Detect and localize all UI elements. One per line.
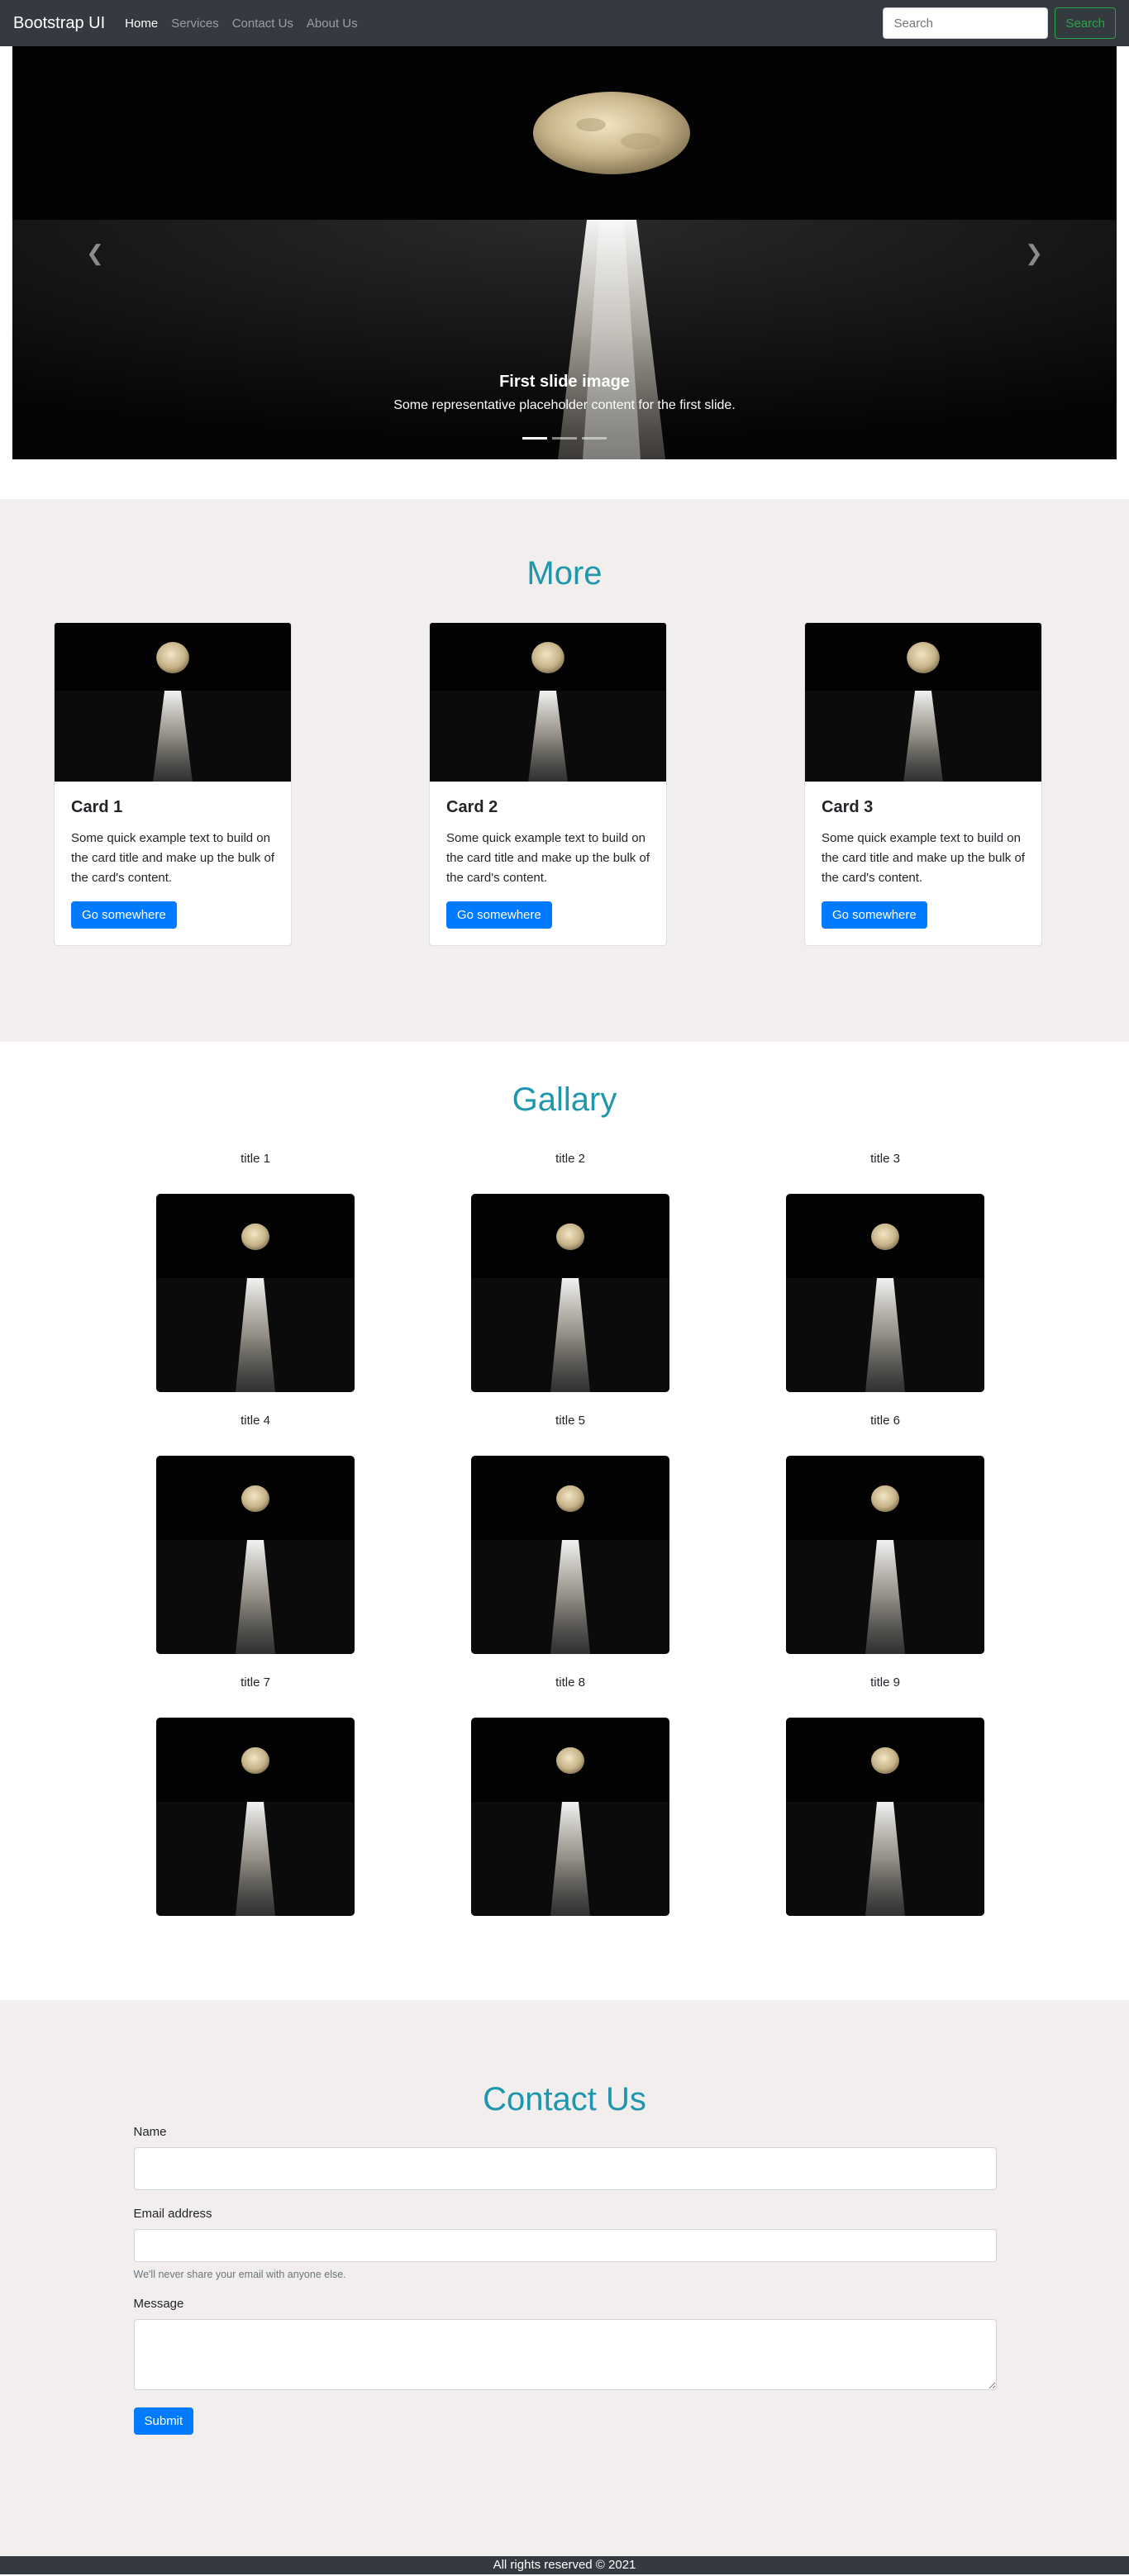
go-somewhere-button[interactable]: Go somewhere <box>822 901 927 929</box>
gallery-item: title 6 <box>786 1414 984 1654</box>
carousel-indicator[interactable] <box>582 437 607 440</box>
brand-logo[interactable]: Bootstrap UI <box>13 14 105 33</box>
card-title: Card 1 <box>71 798 123 816</box>
carousel: ❮ ❯ First slide image Some representativ… <box>12 46 1117 459</box>
card-image <box>805 623 1041 782</box>
gallery-item: title 4 <box>156 1414 355 1654</box>
nav-link-about[interactable]: About Us <box>307 17 358 31</box>
contact-title: Contact Us <box>483 2081 646 2117</box>
gallery-image[interactable] <box>786 1194 984 1392</box>
gallery-item: title 5 <box>471 1414 669 1654</box>
card: Card 2 Some quick example text to build … <box>429 622 667 946</box>
name-field[interactable] <box>133 2147 997 2190</box>
carousel-next-button[interactable]: ❯ <box>1009 228 1059 278</box>
message-label: Message <box>133 2297 184 2311</box>
footer: All rights reserved © 2021 <box>0 2556 1129 2574</box>
search-form: Search <box>883 7 1116 39</box>
gallery-item-title: title 9 <box>870 1675 900 1690</box>
nav-link-services[interactable]: Services <box>171 17 219 31</box>
email-label: Email address <box>133 2207 212 2221</box>
gallery-item-title: title 6 <box>870 1414 900 1428</box>
card-image <box>430 623 666 782</box>
go-somewhere-button[interactable]: Go somewhere <box>71 901 177 929</box>
gallery-image[interactable] <box>786 1718 984 1916</box>
card-title: Card 3 <box>822 798 874 816</box>
more-section: More Card 1 Some quick example text to b… <box>0 499 1129 1042</box>
gallery-item: title 9 <box>786 1675 984 1916</box>
card: Card 3 Some quick example text to build … <box>804 622 1042 946</box>
chevron-right-icon: ❯ <box>1025 240 1043 265</box>
more-title: More <box>526 555 603 592</box>
navbar: Bootstrap UI Home Services Contact Us Ab… <box>0 0 1129 46</box>
nav-links: Home Services Contact Us About Us <box>125 17 883 31</box>
gallery-item: title 8 <box>471 1675 669 1916</box>
carousel-prev-button[interactable]: ❮ <box>70 228 120 278</box>
go-somewhere-button[interactable]: Go somewhere <box>446 901 552 929</box>
name-label: Name <box>133 2125 167 2139</box>
card-text: Some quick example text to build on the … <box>822 831 1025 885</box>
gallery-grid: title 1 title 2 title 3 title 4 title 5 … <box>12 1152 1129 1916</box>
search-button[interactable]: Search <box>1055 7 1116 39</box>
nav-link-contact[interactable]: Contact Us <box>232 17 293 31</box>
carousel-indicators <box>12 437 1117 440</box>
email-field[interactable] <box>133 2229 997 2262</box>
gallery-item-title: title 7 <box>241 1675 270 1690</box>
gallery-item-title: title 2 <box>555 1152 585 1166</box>
card: Card 1 Some quick example text to build … <box>54 622 292 946</box>
chevron-left-icon: ❮ <box>86 240 104 265</box>
gallery-item-title: title 1 <box>241 1152 270 1166</box>
gallery-item: title 1 <box>156 1152 355 1392</box>
contact-section: Contact Us Name Email address We'll neve… <box>0 2000 1129 2556</box>
card-body: Card 1 Some quick example text to build … <box>55 782 291 945</box>
card-title: Card 2 <box>446 798 498 816</box>
gallery-item-title: title 5 <box>555 1414 585 1428</box>
gallery-image[interactable] <box>156 1194 355 1392</box>
card-body: Card 3 Some quick example text to build … <box>805 782 1041 945</box>
card-text: Some quick example text to build on the … <box>446 831 650 885</box>
carousel-caption-title: First slide image <box>499 373 630 391</box>
gallery-item-title: title 4 <box>241 1414 270 1428</box>
contact-form: Name Email address We'll never share you… <box>133 2125 997 2435</box>
cards-row: Card 1 Some quick example text to build … <box>0 622 1129 946</box>
gallery-image[interactable] <box>786 1456 984 1654</box>
gallery-item: title 3 <box>786 1152 984 1392</box>
gallery-item: title 7 <box>156 1675 355 1916</box>
gallery-item-title: title 8 <box>555 1675 585 1690</box>
submit-button[interactable]: Submit <box>133 2407 194 2435</box>
gallery-image[interactable] <box>471 1456 669 1654</box>
carousel-indicator[interactable] <box>552 437 577 440</box>
card-body: Card 2 Some quick example text to build … <box>430 782 666 945</box>
nav-link-home[interactable]: Home <box>125 17 158 31</box>
gallery-item: title 2 <box>471 1152 669 1392</box>
gallery-title: Gallary <box>512 1081 617 1118</box>
footer-text: All rights reserved © 2021 <box>493 2558 636 2572</box>
carousel-caption-text: Some representative placeholder content … <box>393 398 736 412</box>
gallery-item-title: title 3 <box>870 1152 900 1166</box>
gallery-section: Gallary title 1 title 2 title 3 title 4 … <box>0 1042 1129 2000</box>
card-image <box>55 623 291 782</box>
gallery-image[interactable] <box>156 1718 355 1916</box>
carousel-caption: First slide image Some representative pl… <box>12 373 1117 413</box>
search-input[interactable] <box>883 7 1049 39</box>
carousel-indicator[interactable] <box>522 437 547 440</box>
carousel-wrapper: ❮ ❯ First slide image Some representativ… <box>0 46 1129 459</box>
gallery-image[interactable] <box>471 1194 669 1392</box>
message-field[interactable] <box>133 2319 997 2390</box>
email-help-text: We'll never share your email with anyone… <box>133 2269 346 2280</box>
card-text: Some quick example text to build on the … <box>71 831 274 885</box>
gallery-image[interactable] <box>156 1456 355 1654</box>
gallery-image[interactable] <box>471 1718 669 1916</box>
